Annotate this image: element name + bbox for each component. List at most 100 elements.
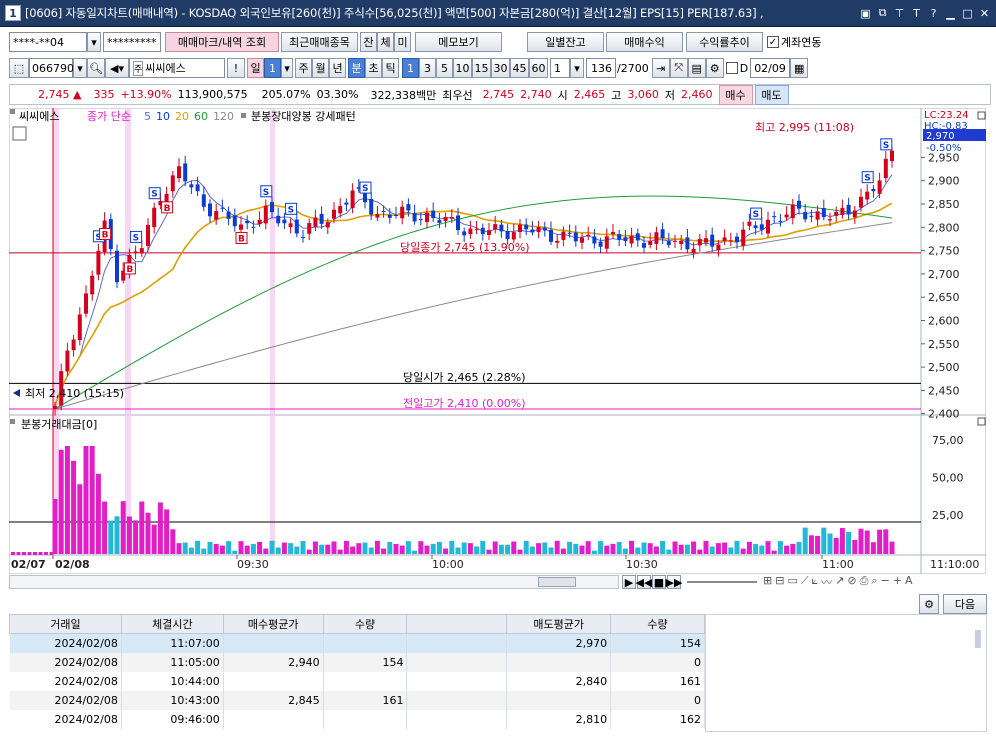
stock-code-input[interactable]: 066790 — [29, 58, 74, 78]
period-dropdown-icon[interactable]: ▾ — [281, 58, 293, 78]
layout1-icon[interactable]: ⊞ — [763, 574, 772, 590]
table-row[interactable]: 2024/02/08 11:07:00 2,970 154 — [9, 633, 705, 653]
second-button[interactable]: 초 — [365, 58, 382, 78]
interval-button[interactable]: 15 — [472, 58, 491, 78]
table-row[interactable]: 2024/02/08 10:43:00 2,845 161 0 — [9, 690, 705, 710]
layout3-icon[interactable]: ▭ — [787, 574, 797, 590]
text-tool-icon[interactable]: A — [905, 574, 913, 590]
year-button[interactable]: 년 — [329, 58, 346, 78]
month-button[interactable]: 월 — [312, 58, 329, 78]
pin-icon[interactable]: ⊤ — [892, 5, 907, 21]
recent-stocks-button[interactable]: 최근매매종목 — [281, 32, 358, 52]
volume-bar — [740, 548, 746, 554]
account-input[interactable]: ****-**04 — [9, 32, 87, 52]
close-icon[interactable]: ✕ — [977, 5, 992, 21]
crosshair-icon[interactable]: ⤧ — [669, 58, 688, 78]
table-cell — [406, 690, 508, 710]
speed-slider[interactable] — [687, 581, 757, 583]
period-day-button[interactable]: 일 — [247, 58, 264, 78]
trade-table: 거래일 체결시간 매수평균가 수량 매도평균가 수량 2024/02/08 11:07:00… — [9, 614, 705, 729]
password-input[interactable]: ********* — [103, 32, 161, 52]
volume-bar — [498, 544, 504, 554]
filled-button[interactable]: 체 — [377, 32, 394, 52]
return-trend-button[interactable]: 수익률추이 — [686, 32, 763, 52]
minimize-icon[interactable]: ▁ — [943, 5, 958, 21]
candle-body — [96, 250, 101, 275]
play-icon[interactable]: ▶ — [622, 575, 636, 589]
window-number[interactable]: 1 — [5, 5, 21, 21]
chart-scrollbar[interactable] — [9, 575, 619, 589]
candle-body — [183, 163, 188, 182]
table-row[interactable]: 2024/02/08 10:44:00 2,840 161 — [9, 671, 705, 691]
memo-button[interactable]: 메모보기 — [415, 32, 502, 52]
daily-balance-button[interactable]: 일별잔고 — [527, 32, 604, 52]
zoom-icon[interactable]: ⌕ — [871, 574, 877, 590]
week-button[interactable]: 주 — [295, 58, 312, 78]
buy-button[interactable]: 매수 — [718, 84, 753, 105]
trade-profit-button[interactable]: 매매수익 — [606, 32, 683, 52]
stop-icon[interactable]: ■ — [652, 575, 666, 589]
balance-button[interactable]: 잔 — [360, 32, 377, 52]
account-dropdown-icon[interactable]: ▾ — [87, 32, 101, 52]
interval-button[interactable]: 60 — [529, 58, 548, 78]
search-icon[interactable]: 🔍︎ — [87, 58, 105, 78]
chart-type-icon[interactable]: ⬚ — [9, 58, 29, 78]
interval-custom-input[interactable]: 1 — [550, 58, 570, 78]
interval-button[interactable]: 45 — [510, 58, 529, 78]
table-row[interactable]: 2024/02/08 11:05:00 2,940 154 0 — [9, 652, 705, 672]
candle-body — [208, 203, 212, 217]
fan-tool-icon[interactable]: ⟀ — [812, 574, 819, 590]
next-button[interactable]: 다음 — [943, 594, 987, 614]
interval-button[interactable]: 30 — [491, 58, 510, 78]
interval-button[interactable]: 10 — [453, 58, 472, 78]
unfilled-button[interactable]: 미 — [394, 32, 411, 52]
table-settings-icon[interactable]: ⚙ — [919, 594, 939, 614]
bar-count-input[interactable]: 136 — [586, 58, 616, 78]
code-dropdown-icon[interactable]: ▾ — [73, 58, 87, 78]
fast-forward-icon[interactable]: ▶▶ — [666, 575, 682, 589]
speaker-icon[interactable]: ◀▾ — [105, 58, 129, 78]
interval-dropdown-icon[interactable]: ▾ — [570, 58, 584, 78]
warning-button[interactable]: ! — [227, 58, 245, 78]
period-value[interactable]: 1 — [264, 58, 281, 78]
table-row[interactable]: 2024/02/08 09:46:00 2,810 162 — [9, 709, 705, 729]
rewind-icon[interactable]: ◀◀ — [636, 575, 652, 589]
panel-scrollbar[interactable] — [975, 630, 981, 648]
line-tool-icon[interactable]: ⟋ — [801, 574, 809, 590]
candle-body — [195, 184, 200, 192]
zoom-out-icon[interactable]: − — [881, 574, 890, 590]
table-toggle-icon[interactable] — [12, 126, 27, 141]
tick-button[interactable]: 틱 — [382, 58, 399, 78]
volume-close-icon[interactable] — [977, 417, 986, 426]
grid-icon[interactable]: ▣ — [858, 5, 873, 21]
print-icon[interactable]: ⎙ — [860, 574, 869, 590]
trend-tool-icon[interactable]: ↗ — [835, 574, 844, 590]
maximize-icon[interactable]: □ — [960, 5, 975, 21]
sell-button[interactable]: 매도 — [754, 84, 789, 105]
minute-button[interactable]: 분 — [348, 58, 365, 78]
price-chart[interactable]: S BBSSBBSSSSSS 2,9502,9002,8502,8002,7502… — [9, 108, 986, 574]
scroll-thumb[interactable] — [538, 577, 576, 587]
compress-icon[interactable]: ⇥ — [651, 58, 670, 78]
sell-mark-label: S — [133, 233, 139, 243]
font-icon[interactable]: T — [909, 5, 924, 21]
interval-button[interactable]: 5 — [436, 58, 453, 78]
date-checkbox[interactable]: D — [725, 62, 748, 75]
volume-bar — [362, 542, 368, 554]
delete-tool-icon[interactable]: ⊘ — [847, 574, 856, 590]
date-input[interactable]: 02/09 — [750, 58, 791, 78]
save-icon[interactable]: ▤ — [687, 58, 706, 78]
calendar-icon[interactable]: ▦ — [790, 58, 809, 78]
help-icon[interactable]: ? — [926, 5, 941, 21]
zoom-in-icon[interactable]: + — [893, 574, 902, 590]
interval-button[interactable]: 1 — [402, 58, 419, 78]
interval-button[interactable]: 3 — [419, 58, 436, 78]
layout2-icon[interactable]: ⊟ — [775, 574, 784, 590]
wave-tool-icon[interactable]: 〰 — [821, 574, 832, 590]
trade-mark-button[interactable]: 매매마크/내역 조회 — [165, 32, 279, 52]
account-link-checkbox[interactable]: ✓ 계좌연동 — [767, 34, 821, 50]
volume-bar — [629, 540, 635, 554]
price-close-icon[interactable] — [977, 111, 986, 120]
settings-icon[interactable]: ⚙ — [705, 58, 724, 78]
copy-icon[interactable]: ⧉ — [875, 5, 890, 21]
